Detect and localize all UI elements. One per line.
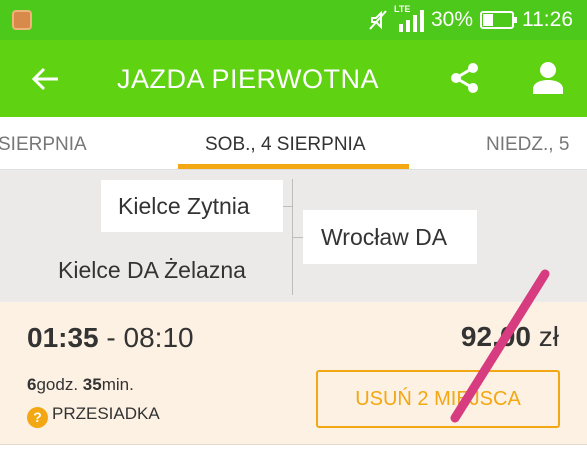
ticket-price: 92,00 zł <box>461 321 559 353</box>
price-currency: zł <box>531 321 559 352</box>
battery-icon <box>480 11 517 29</box>
origin-station-secondary: Kielce DA Żelazna <box>58 257 246 283</box>
clock: 11:26 <box>522 8 573 31</box>
battery-percent: 30% <box>431 8 474 31</box>
share-icon[interactable] <box>447 60 483 96</box>
price-amount: 92,00 <box>460 321 531 352</box>
departure-time: 01:35 <box>27 322 99 353</box>
route-connector-branch <box>283 206 293 207</box>
tab-previous-day[interactable]: SIERPNIA <box>0 134 87 156</box>
app-notification-icon <box>12 10 32 30</box>
transfer-info: ? PRZESIADKA <box>27 404 160 428</box>
trip-duration: 6godz. 35min. <box>27 375 134 395</box>
status-bar: LTE 30% 11:26 <box>0 0 587 40</box>
duration-hours-unit: godz. <box>36 375 83 394</box>
signal-icon <box>399 10 424 32</box>
connection-card[interactable]: 01:35 - 08:10 92,00 zł 6godz. 35min. ? PR… <box>0 302 587 444</box>
origin-station-primary: Kielce Zytnia <box>101 180 283 232</box>
connection-times: 01:35 - 08:10 <box>27 322 194 354</box>
time-separator: - <box>98 322 124 353</box>
tab-selected-day[interactable]: SOB., 4 SIERPNIA <box>205 134 366 156</box>
remove-seats-button[interactable]: USUŃ 2 MIEJSCA <box>316 370 560 428</box>
app-bar: JAZDA PIERWOTNA <box>0 40 587 117</box>
next-card-edge <box>0 444 587 461</box>
transfer-label: PRZESIADKA <box>52 404 160 423</box>
active-tab-indicator <box>178 164 409 169</box>
mute-icon <box>369 10 387 30</box>
destination-station: Wrocław DA <box>303 210 477 264</box>
page-title: JAZDA PIERWOTNA <box>117 64 380 94</box>
arrival-time: 08:10 <box>123 322 194 353</box>
date-tabs: SIERPNIA SOB., 4 SIERPNIA NIEDZ., 5 <box>0 117 587 170</box>
duration-minutes: 35 <box>82 375 102 394</box>
route-overview: Kielce Zytnia Kielce DA Żelazna Wrocław … <box>0 171 587 301</box>
tab-next-day[interactable]: NIEDZ., 5 <box>486 134 569 156</box>
back-arrow-icon[interactable] <box>28 62 62 96</box>
duration-minutes-unit: min. <box>101 375 134 394</box>
question-mark-icon: ? <box>27 407 48 428</box>
profile-icon[interactable] <box>530 60 566 96</box>
